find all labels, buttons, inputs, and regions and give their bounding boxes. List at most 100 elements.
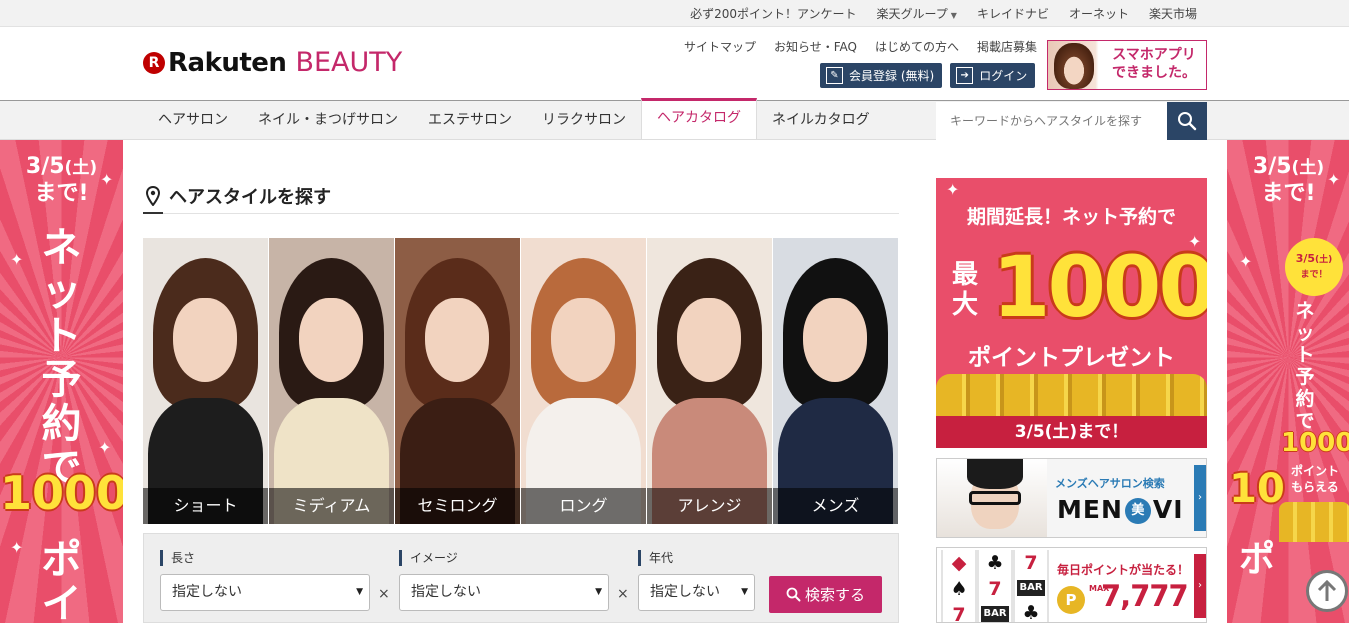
arrow-up-icon [1317, 579, 1337, 601]
top-link-kireido-navi[interactable]: キレイドナビ [977, 5, 1049, 22]
right-side-banner[interactable]: 3/5(土) まで! ✦ ✦ 3/5(土) まで！ ネ ッ ト 予 約 で 10… [1227, 140, 1349, 623]
length-select[interactable]: 指定しない ▼ [160, 574, 370, 611]
style-tile-arrange[interactable]: アレンジ [647, 238, 772, 524]
section-heading: ヘアスタイルを探す [143, 180, 899, 214]
right-banner-vertical-text: ネ ッ ト 予 約 で [1295, 300, 1315, 432]
register-button[interactable]: ✎ 会員登録 (無料) [820, 63, 943, 88]
top-utility-bar: 必ず200ポイント！アンケート 楽天グループ ▼ キレイドナビ オーネット 楽天市… [0, 0, 1349, 27]
dropdown-arrow-icon: ▼ [356, 587, 363, 597]
mens-model-image [937, 459, 1047, 537]
points-promo-banner[interactable]: ✦ ✦ 期間延長！ネット予約で 最大 1000 ポイントプレゼント 3/5(土)… [936, 178, 1207, 448]
filter-age: 年代 指定しない ▼ [638, 550, 755, 611]
promo-number: 1000 [992, 238, 1207, 336]
site-header: R Rakuten BEAUTY サイトマップ お知らせ・FAQ はじめての方へ… [0, 27, 1349, 100]
chevron-right-icon: › [1194, 554, 1206, 618]
keyword-search-input[interactable] [936, 102, 1167, 140]
promo-headline: 期間延長！ネット予約で [966, 206, 1176, 228]
style-label: ショート [143, 488, 268, 524]
title-underline [143, 212, 163, 214]
dropdown-arrow-icon: ▼ [595, 587, 602, 597]
nav-tab-hair-salon[interactable]: ヘアサロン [143, 101, 243, 140]
header-buttons: ✎ 会員登録 (無料) ➔ ログイン [820, 63, 1036, 88]
style-tile-long[interactable]: ロング [521, 238, 646, 524]
style-tile-short[interactable]: ショート [143, 238, 268, 524]
page-title: ヘアスタイルを探す [169, 187, 331, 208]
nav-tab-hair-catalog[interactable]: ヘアカタログ [641, 98, 757, 139]
header-links: サイトマップ お知らせ・FAQ はじめての方へ 掲載店募集 [666, 38, 1037, 55]
daily-points-slot-banner[interactable]: ◆ ♠ 7 ♣ 7 BAR 7 BAR ♣ 毎日ポイントが当たる！ P MAX … [936, 547, 1207, 623]
model-face-image [299, 298, 363, 382]
register-icon: ✎ [826, 67, 843, 84]
top-links: 必ず200ポイント！アンケート 楽天グループ ▼ キレイドナビ オーネット 楽天市… [670, 0, 1197, 27]
style-label: メンズ [773, 488, 898, 524]
nav-tabs: ヘアサロン ネイル・まつげサロン エステサロン リラクサロン ヘアカタログ ネイ… [143, 98, 885, 140]
slot-reel: ♣ 7 BAR [979, 550, 1011, 622]
right-banner-number: 1000 [1281, 428, 1349, 458]
menvi-caption: メンズヘアサロン検索 [1055, 477, 1165, 490]
slot-amount: 7,777 [1101, 579, 1189, 613]
slot-reel: ◆ ♠ 7 [943, 550, 975, 622]
style-tile-mens[interactable]: メンズ [773, 238, 898, 524]
filter-search-button[interactable]: 検索する [769, 576, 882, 613]
map-pin-icon [146, 186, 160, 206]
search-button[interactable] [1167, 102, 1207, 140]
promo-max-label: 最大 [952, 260, 979, 320]
keyword-search [936, 102, 1207, 140]
filter-label-image: イメージ [399, 550, 609, 566]
rakuten-r-icon: R [143, 51, 165, 74]
logo-rakuten-text: Rakuten [168, 47, 287, 78]
header-link-news-faq[interactable]: お知らせ・FAQ [774, 38, 857, 55]
top-link-rakuten-ichiba[interactable]: 楽天市場 [1149, 5, 1197, 22]
promo-subline: ポイントプレゼント [968, 345, 1175, 371]
style-tile-semi-long[interactable]: セミロング [395, 238, 520, 524]
app-banner-text: スマホアプリ できました。 [1112, 47, 1196, 81]
promo-deadline: 3/5(土)まで！ [936, 416, 1207, 448]
nav-tab-nail-eyelash-salon[interactable]: ネイル・まつげサロン [243, 101, 413, 140]
nav-tab-nail-catalog[interactable]: ネイルカタログ [757, 101, 885, 140]
sparkle-icon: ✦ [946, 180, 960, 199]
slot-reel: 7 BAR ♣ [1015, 550, 1047, 622]
left-banner-vertical-text: ネ ッ ト 予 約 で [41, 225, 82, 491]
image-select[interactable]: 指定しない ▼ [399, 574, 609, 611]
right-banner-sub1: ポイント [1290, 464, 1339, 478]
menvi-logo: MEN 美 VI [1057, 495, 1184, 524]
glasses-icon [969, 491, 1021, 505]
search-icon [1178, 112, 1197, 131]
logo-beauty-text: BEAUTY [295, 47, 403, 78]
header-link-shop-recruit[interactable]: 掲載店募集 [977, 38, 1037, 55]
nav-tab-esthetic-salon[interactable]: エステサロン [413, 101, 527, 140]
style-filter-panel: 長さ 指定しない ▼ × イメージ 指定しない ▼ × 年代 指定しない ▼ 検… [143, 533, 899, 623]
left-side-banner[interactable]: 3/5(土) まで! ✦ ✦ ✦ ✦ ネ ッ ト 予 約 で 1000 ポ イ [0, 140, 123, 623]
right-banner-edge-number: 10 [1229, 466, 1285, 512]
top-link-onet[interactable]: オーネット [1069, 5, 1129, 22]
app-banner[interactable]: スマホアプリ できました。 [1047, 40, 1207, 90]
search-icon [786, 587, 801, 602]
style-tile-medium[interactable]: ミディアム [269, 238, 394, 524]
age-select[interactable]: 指定しない ▼ [638, 574, 755, 611]
header-link-sitemap[interactable]: サイトマップ [684, 38, 756, 55]
sparkle-icon: ✦ [100, 170, 114, 189]
chevron-right-icon: › [1194, 465, 1206, 531]
sparkle-icon: ✦ [1327, 170, 1341, 189]
model-face-image [1054, 43, 1094, 89]
login-button[interactable]: ➔ ログイン [950, 63, 1036, 88]
login-icon: ➔ [956, 67, 974, 84]
sparkle-icon: ✦ [1239, 252, 1253, 271]
header-link-first-time[interactable]: はじめての方へ [875, 38, 959, 55]
menvi-banner[interactable]: メンズヘアサロン検索 MEN 美 VI › [936, 458, 1207, 538]
rakuten-beauty-logo[interactable]: R Rakuten BEAUTY [143, 47, 402, 78]
back-to-top-button[interactable] [1306, 570, 1348, 612]
nav-tab-relax-salon[interactable]: リラクサロン [527, 101, 641, 140]
model-face-image [803, 298, 867, 382]
gold-coins-image [936, 374, 1207, 418]
model-face-image [551, 298, 615, 382]
top-link-survey[interactable]: 必ず200ポイント！アンケート [690, 5, 856, 22]
filter-separator: × [378, 586, 390, 602]
slot-caption: 毎日ポイントが当たる！ [1057, 563, 1190, 577]
left-banner-tail-text: ポ イ [41, 537, 82, 623]
right-banner-sub2: もらえる [1291, 480, 1339, 494]
top-link-rakuten-group[interactable]: 楽天グループ ▼ [877, 5, 957, 22]
filter-length: 長さ 指定しない ▼ [160, 550, 370, 611]
right-banner-edge-text: ポ [1238, 539, 1275, 580]
right-banner-coins [1279, 502, 1349, 542]
